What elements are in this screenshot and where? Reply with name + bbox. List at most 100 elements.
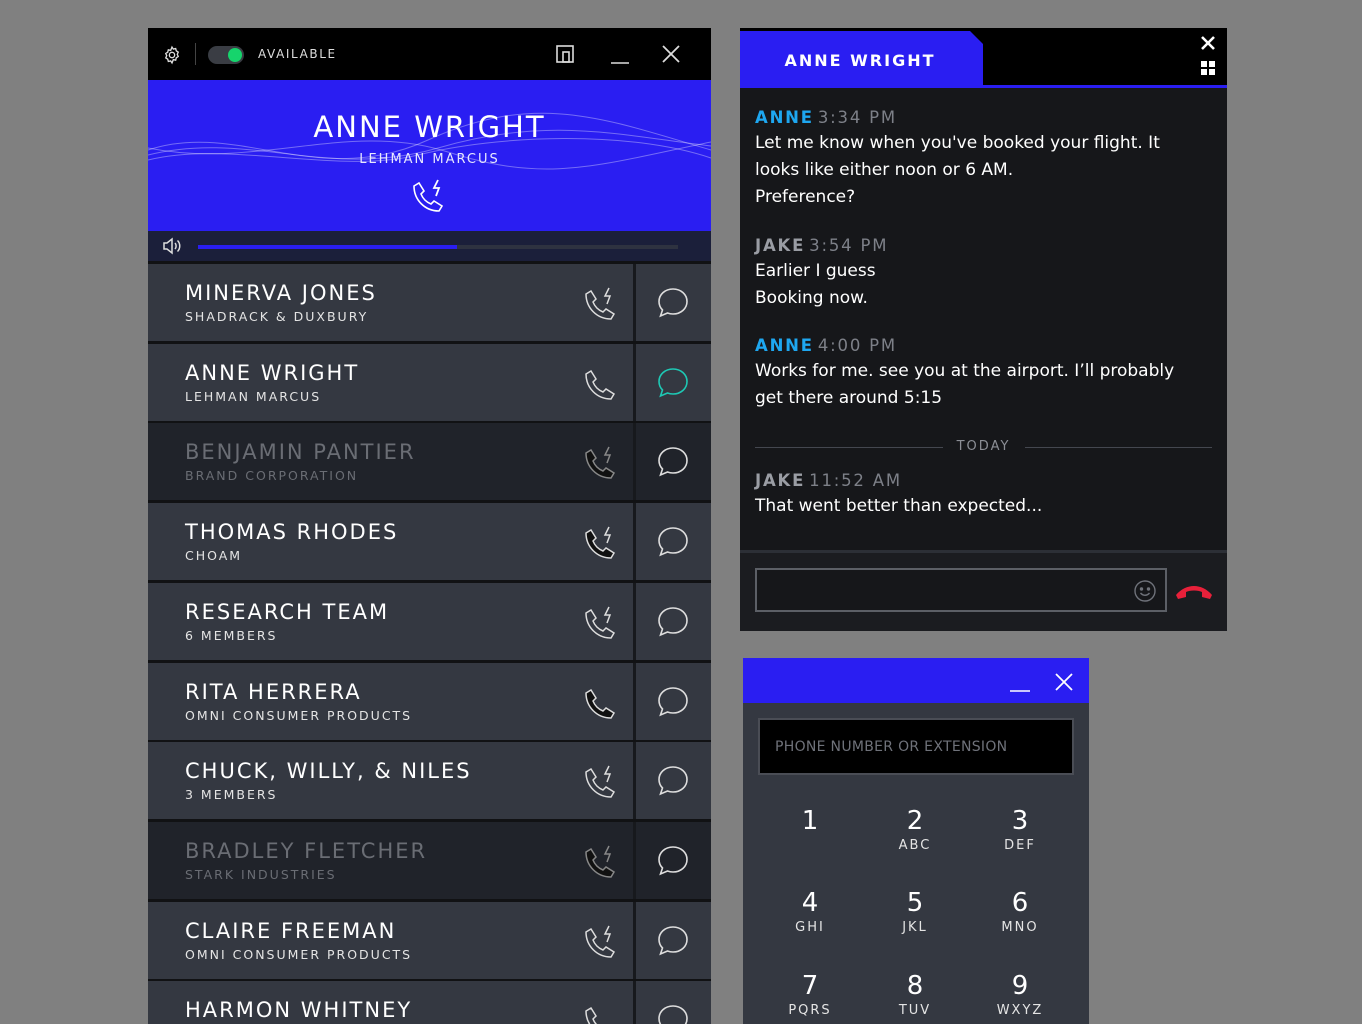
volume-slider[interactable] [198,245,678,249]
contact-row[interactable]: HARMON WHITNEY [148,981,711,1024]
message: JAKE 11:52 AM That went better than expec… [755,471,1215,520]
message-time: 11:52 AM [809,471,902,490]
close-icon[interactable] [659,42,683,66]
chat-bubble-icon[interactable] [656,525,690,557]
chat-bubble-icon[interactable] [656,685,690,717]
minimize-icon[interactable] [608,42,632,66]
keypad-key[interactable]: 6 MNO [975,888,1065,954]
contact-info: RITA HERRERA OMNI CONSUMER PRODUCTS [185,680,412,723]
keypad-key[interactable]: 3 DEF [975,806,1065,872]
chat-bubble-icon[interactable] [656,844,690,876]
message-sender: JAKE [755,236,806,255]
date-separator: TODAY [755,438,1212,456]
message-sender: ANNE [755,336,814,355]
chat-bubble-icon[interactable] [656,764,690,796]
contact-info: ANNE WRIGHT LEHMAN MARCUS [185,361,359,404]
active-call-header: ANNE WRIGHT LEHMAN MARCUS [148,80,711,231]
contact-info: RESEARCH TEAM 6 MEMBERS [185,600,389,643]
contact-name: THOMAS RHODES [185,520,399,545]
volume-icon[interactable] [162,237,182,255]
message-time: 3:54 PM [809,236,889,255]
phone-busy-icon[interactable] [580,844,616,878]
contact-subtitle: STARK INDUSTRIES [185,866,337,882]
row-divider [633,662,636,740]
hang-up-icon[interactable] [1174,581,1214,601]
availability-toggle[interactable] [208,46,244,64]
contact-row[interactable]: CHUCK, WILLY, & NILES 3 MEMBERS [148,742,711,820]
contact-row[interactable]: BRADLEY FLETCHER STARK INDUSTRIES [148,821,711,899]
key-digit: 4 [801,888,819,918]
keypad-key[interactable]: 7 PQRS [765,971,855,1024]
contact-row[interactable]: MINERVA JONES SHADRACK & DUXBURY [148,264,711,341]
contact-info: HARMON WHITNEY [185,998,412,1024]
row-divider [633,343,636,421]
contact-row[interactable]: BENJAMIN PANTIER BRAND CORPORATION [148,423,711,501]
message-line: looks like either noon or 6 AM. [755,160,1014,180]
chat-bubble-icon[interactable] [656,924,690,956]
contact-row[interactable]: CLAIRE FREEMAN OMNI CONSUMER PRODUCTS [148,901,711,979]
phone-callback-icon[interactable] [580,924,616,958]
caller-name: ANNE WRIGHT [313,110,546,144]
chat-topbar: ANNE WRIGHT [740,28,1227,88]
row-divider [633,503,636,581]
emoji-icon[interactable] [1133,579,1157,603]
phone-callback-icon[interactable] [580,605,616,639]
popout-icon[interactable] [553,42,577,66]
phone-busy-icon[interactable] [580,445,616,480]
message-line: Booking now. [755,288,868,308]
row-divider [633,821,636,899]
keypad-key[interactable]: 9 WXYZ [975,971,1065,1024]
chat-tab[interactable]: ANNE WRIGHT [740,31,983,88]
contact-name: BENJAMIN PANTIER [185,440,416,465]
contact-row[interactable]: THOMAS RHODES CHOAM [148,503,711,581]
close-icon[interactable] [1199,34,1217,52]
row-divider [633,264,636,341]
message-line: That went better than expected... [755,496,1043,516]
keypad-key[interactable]: 1 [765,806,855,872]
message-body: Let me know when you've booked your flig… [755,130,1215,211]
keypad-key[interactable]: 4 GHI [765,888,855,954]
keypad-key[interactable]: 2 ABC [870,806,960,872]
chat-bubble-icon[interactable] [656,445,690,477]
message-body: That went better than expected... [755,493,1215,520]
message-time: 4:00 PM [817,336,897,355]
volume-slider-fill [198,245,458,249]
chat-bubble-icon[interactable] [656,605,690,637]
phone-icon[interactable] [580,366,616,400]
contact-subtitle: BRAND CORPORATION [185,468,359,484]
row-divider [633,742,636,820]
message-input[interactable] [755,568,1167,612]
message-line: Preference? [755,187,856,207]
key-letters: JKL [902,920,928,935]
contact-name: CLAIRE FREEMAN [185,918,397,943]
contact-row[interactable]: RITA HERRERA OMNI CONSUMER PRODUCTS [148,662,711,740]
titlebar-divider [195,43,196,65]
phone-active-icon[interactable] [408,178,450,218]
phone-icon[interactable] [580,1003,616,1024]
chat-window: ANNE WRIGHT ANNE 3:34 PM Let me know when… [740,28,1227,631]
chat-bubble-icon[interactable] [656,366,690,398]
phone-busy-icon[interactable] [580,525,616,559]
phone-number-input[interactable] [758,718,1074,775]
grid-icon[interactable] [1200,60,1216,76]
minimize-icon[interactable] [1008,672,1032,696]
keypad-key[interactable]: 5 JKL [870,888,960,954]
row-divider [633,981,636,1024]
message-sender: JAKE [755,471,806,490]
phone-callback-icon[interactable] [580,286,616,320]
gear-icon[interactable] [162,45,182,65]
contact-row[interactable]: RESEARCH TEAM 6 MEMBERS [148,582,711,660]
contact-info: CHUCK, WILLY, & NILES 3 MEMBERS [185,759,472,802]
message: ANNE 3:34 PM Let me know when you've book… [755,108,1215,211]
contact-row[interactable]: ANNE WRIGHT LEHMAN MARCUS [148,343,711,421]
chat-bubble-icon[interactable] [656,1003,690,1024]
phone-callback-icon[interactable] [580,764,616,798]
chat-bubble-icon[interactable] [656,286,690,318]
key-letters [765,838,855,854]
contact-name: MINERVA JONES [185,281,377,305]
contact-info: BENJAMIN PANTIER BRAND CORPORATION [185,440,416,483]
close-icon[interactable] [1052,670,1076,694]
phone-filled-icon[interactable] [580,685,616,719]
keypad-key[interactable]: 8 TUV [870,971,960,1024]
key-digit: 3 [1011,806,1029,836]
